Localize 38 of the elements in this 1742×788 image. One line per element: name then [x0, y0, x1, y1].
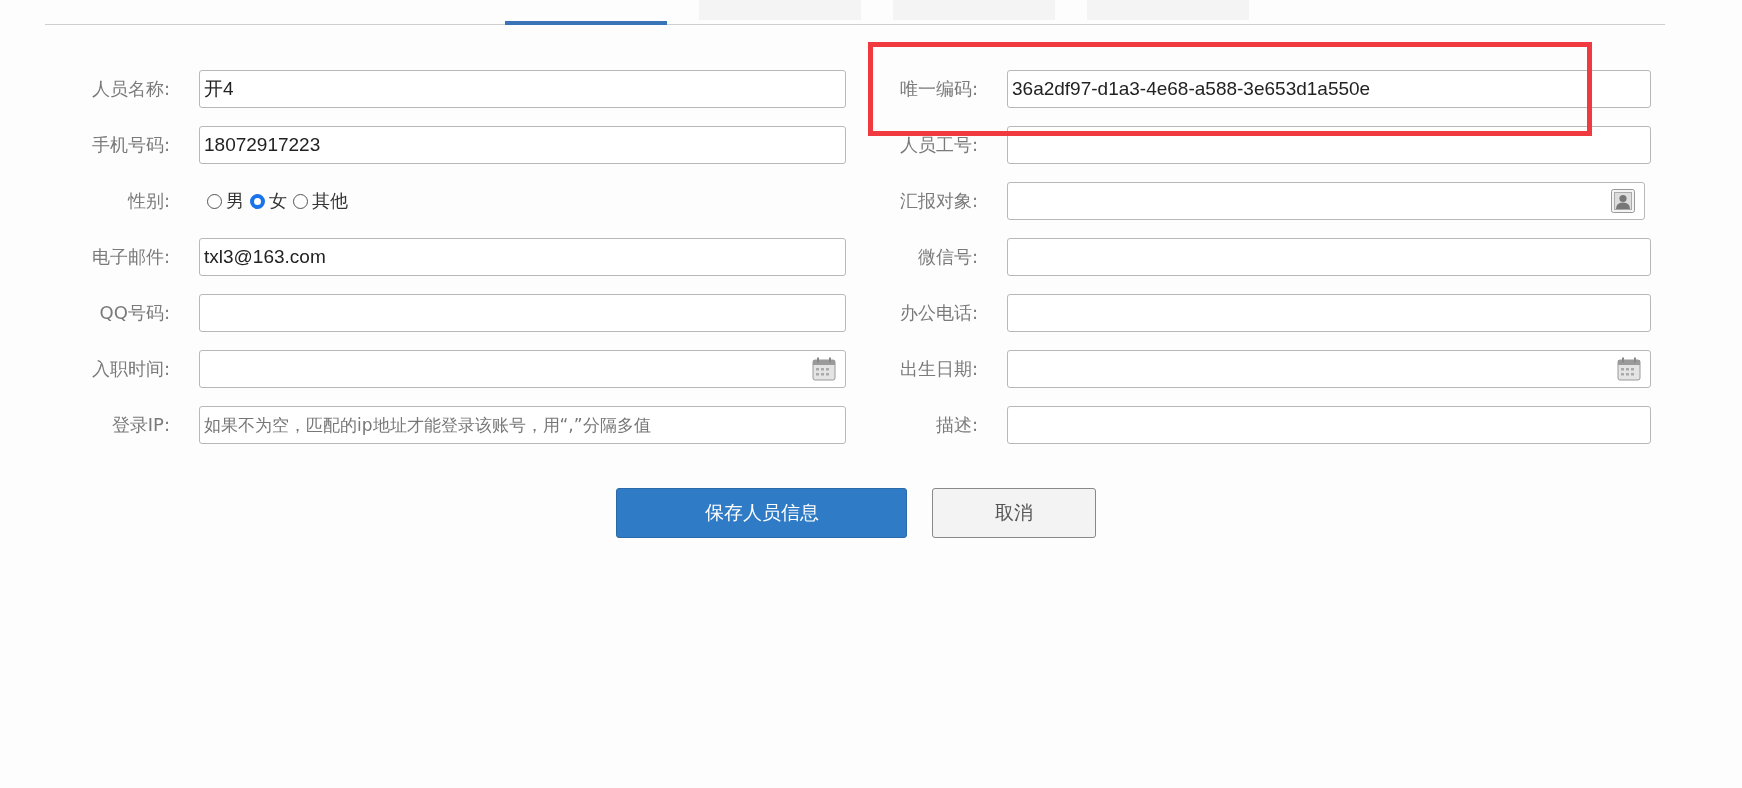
calendar-icon[interactable]	[1617, 357, 1641, 381]
field-label: 办公电话:	[899, 301, 978, 325]
field-label: 出生日期:	[899, 357, 978, 381]
input-field[interactable]	[199, 294, 846, 332]
radio-button[interactable]	[293, 193, 308, 209]
field-label: 性别:	[127, 189, 170, 213]
input-field[interactable]	[1007, 126, 1651, 164]
input-field[interactable]	[1007, 406, 1651, 444]
field-label: 登录IP:	[111, 413, 170, 437]
field-label: 手机号码:	[91, 133, 170, 157]
input-field[interactable]	[1007, 238, 1651, 276]
input-field[interactable]: txl3@163.com	[199, 238, 846, 276]
radio-button[interactable]	[207, 193, 222, 209]
field-label: 入职时间:	[91, 357, 170, 381]
date-field[interactable]	[199, 350, 846, 388]
field-label: 人员工号:	[899, 133, 978, 157]
button[interactable]: 保存人员信息	[616, 488, 907, 538]
input-field[interactable]: 36a2df97-d1a3-4e68-a588-3e653d1a550e	[1007, 70, 1651, 108]
input-field[interactable]	[1007, 294, 1651, 332]
field-label: 微信号:	[917, 245, 978, 269]
field-label: 唯一编码:	[899, 77, 978, 101]
radio-label: 男	[226, 189, 244, 213]
field-label: 电子邮件:	[91, 245, 170, 269]
field-label: QQ号码:	[99, 301, 170, 325]
input-field[interactable]: 18072917223	[199, 126, 846, 164]
person-field[interactable]	[1007, 182, 1645, 220]
radio-label: 其他	[312, 189, 348, 213]
radio-label: 女	[269, 189, 287, 213]
field-label: 描述:	[935, 413, 978, 437]
input-field[interactable]: 开4	[199, 70, 846, 108]
person-icon[interactable]	[1611, 189, 1635, 213]
calendar-icon[interactable]	[812, 357, 836, 381]
date-field[interactable]	[1007, 350, 1651, 388]
button[interactable]: 取消	[932, 488, 1096, 538]
radio-button[interactable]	[250, 193, 265, 209]
field-label: 汇报对象:	[899, 189, 978, 213]
input-field[interactable]: 如果不为空，匹配的ip地址才能登录该账号，用“,”分隔多值	[199, 406, 846, 444]
field-label: 人员名称:	[91, 77, 170, 101]
